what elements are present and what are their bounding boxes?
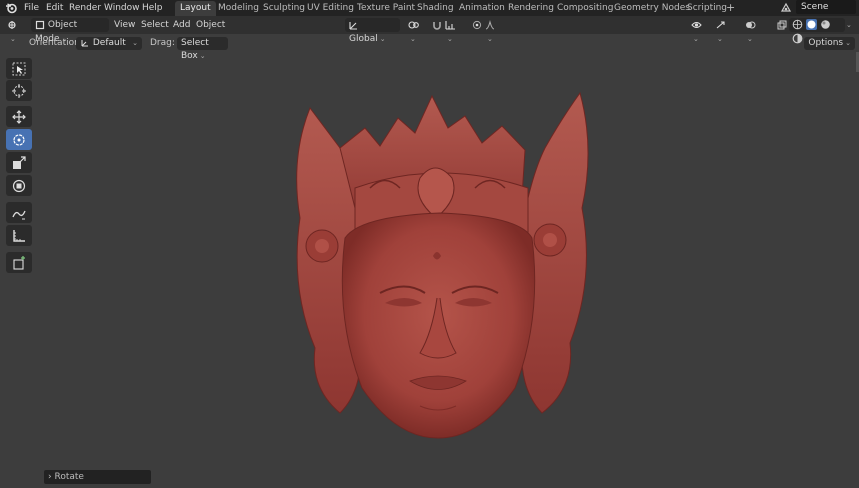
last-operator-panel[interactable]: › Rotate bbox=[44, 470, 151, 484]
editor-type-icon bbox=[8, 20, 16, 29]
menu-help[interactable]: Help bbox=[142, 0, 163, 16]
gizmo-icon bbox=[716, 20, 725, 28]
menu-file[interactable]: File bbox=[24, 0, 39, 16]
tool-move[interactable] bbox=[6, 106, 32, 127]
viewport-header: ⌄ Object Mode ⌄ View Select Add Object Gl… bbox=[0, 16, 859, 44]
chevron-down-icon: ⌄ bbox=[132, 39, 138, 47]
xray-toggle[interactable] bbox=[773, 18, 787, 32]
select-box-icon bbox=[12, 62, 26, 76]
shading-options-chevron-icon[interactable]: ⌄ bbox=[846, 18, 852, 32]
pivot-icon bbox=[408, 20, 419, 29]
snap-target-button[interactable]: ⌄ bbox=[441, 18, 465, 43]
add-cube-icon bbox=[13, 256, 25, 270]
tool-select-box[interactable] bbox=[6, 58, 32, 79]
chevron-down-icon: ⌄ bbox=[199, 52, 206, 60]
select-menu[interactable]: Select bbox=[141, 18, 169, 32]
chevron-down-icon: ⌄ bbox=[845, 39, 851, 47]
gizmo-button[interactable]: ⌄ bbox=[711, 18, 737, 43]
falloff-button[interactable]: ⌄ bbox=[481, 18, 503, 43]
scale-icon bbox=[13, 156, 26, 169]
snap-increment-icon bbox=[445, 20, 455, 30]
mask-model[interactable] bbox=[270, 88, 610, 443]
chevron-right-icon: › bbox=[48, 472, 52, 482]
tool-transform[interactable] bbox=[6, 175, 32, 196]
move-icon bbox=[12, 110, 26, 124]
menu-render[interactable]: Render bbox=[69, 0, 101, 16]
top-bar: File Edit Render Window Help Layout Mode… bbox=[0, 0, 859, 16]
tab-uv-editing[interactable]: UV Editing bbox=[302, 1, 359, 16]
scene-name-field[interactable]: Scene bbox=[796, 0, 856, 14]
add-workspace-button[interactable]: + bbox=[726, 0, 735, 16]
annotate-icon bbox=[12, 210, 26, 220]
orientation-dropdown[interactable]: Default ⌄ bbox=[76, 37, 142, 50]
add-menu[interactable]: Add bbox=[173, 18, 190, 32]
orientation-icon bbox=[349, 21, 357, 30]
view-menu[interactable]: View bbox=[114, 18, 135, 32]
tab-scripting[interactable]: Scripting bbox=[682, 1, 732, 16]
options-dropdown[interactable]: Options ⌄ bbox=[804, 37, 855, 50]
cursor-icon bbox=[12, 84, 26, 98]
tab-shading[interactable]: Shading bbox=[412, 1, 459, 16]
scene-icon[interactable] bbox=[779, 1, 793, 15]
last-operator-label: Rotate bbox=[54, 472, 84, 482]
wireframe-shading-icon[interactable] bbox=[792, 19, 803, 30]
transform-icon bbox=[12, 179, 26, 193]
tool-add-cube[interactable] bbox=[6, 252, 32, 273]
measure-icon bbox=[13, 230, 25, 242]
object-menu[interactable]: Object bbox=[196, 18, 225, 32]
mode-dropdown[interactable]: Object Mode ⌄ bbox=[31, 18, 109, 44]
editor-type-button[interactable]: ⌄ bbox=[4, 18, 28, 43]
tool-settings-bar: Orientation: Default ⌄ Drag: Select Box ⌄ … bbox=[0, 34, 859, 61]
options-label: Options bbox=[808, 38, 844, 48]
rotate-icon bbox=[13, 134, 25, 146]
overlays-icon bbox=[746, 21, 756, 28]
xray-icon bbox=[777, 20, 787, 29]
proportional-edit-toggle[interactable] bbox=[468, 18, 482, 32]
menu-window[interactable]: Window bbox=[104, 0, 140, 16]
material-preview-icon[interactable] bbox=[820, 19, 831, 30]
eye-icon bbox=[691, 21, 702, 28]
tool-cursor[interactable] bbox=[6, 80, 32, 101]
tool-scale[interactable] bbox=[6, 152, 32, 173]
overlays-button[interactable]: ⌄ bbox=[741, 18, 767, 43]
transform-orientation-dropdown[interactable]: Global ⌄ bbox=[345, 18, 400, 44]
tool-measure[interactable] bbox=[6, 225, 32, 246]
drag-dropdown[interactable]: Select Box ⌄ bbox=[177, 37, 228, 61]
object-mode-icon bbox=[35, 20, 45, 29]
tool-annotate[interactable] bbox=[6, 202, 32, 223]
tab-texture-paint[interactable]: Texture Paint bbox=[352, 1, 420, 16]
drag-label: Drag: bbox=[150, 38, 175, 48]
shading-mode-group bbox=[789, 18, 845, 44]
orientation-value: Default bbox=[92, 38, 126, 48]
tool-rotate[interactable] bbox=[6, 129, 32, 150]
tab-animation[interactable]: Animation bbox=[454, 1, 510, 16]
menu-edit[interactable]: Edit bbox=[46, 0, 63, 16]
falloff-curve-icon bbox=[485, 19, 495, 30]
orientation-label: Orientation: bbox=[29, 38, 83, 48]
tab-modeling[interactable]: Modeling bbox=[213, 1, 264, 16]
blender-logo-icon[interactable] bbox=[5, 2, 17, 14]
tab-rendering[interactable]: Rendering bbox=[503, 1, 559, 16]
orientation-axes-icon bbox=[81, 39, 88, 46]
tab-layout[interactable]: Layout bbox=[175, 1, 216, 16]
solid-shading-icon[interactable] bbox=[805, 19, 817, 30]
pivot-point-button[interactable]: ⌄ bbox=[404, 18, 428, 43]
snap-toggle[interactable] bbox=[428, 18, 442, 32]
visibility-button[interactable]: ⌄ bbox=[687, 18, 711, 43]
